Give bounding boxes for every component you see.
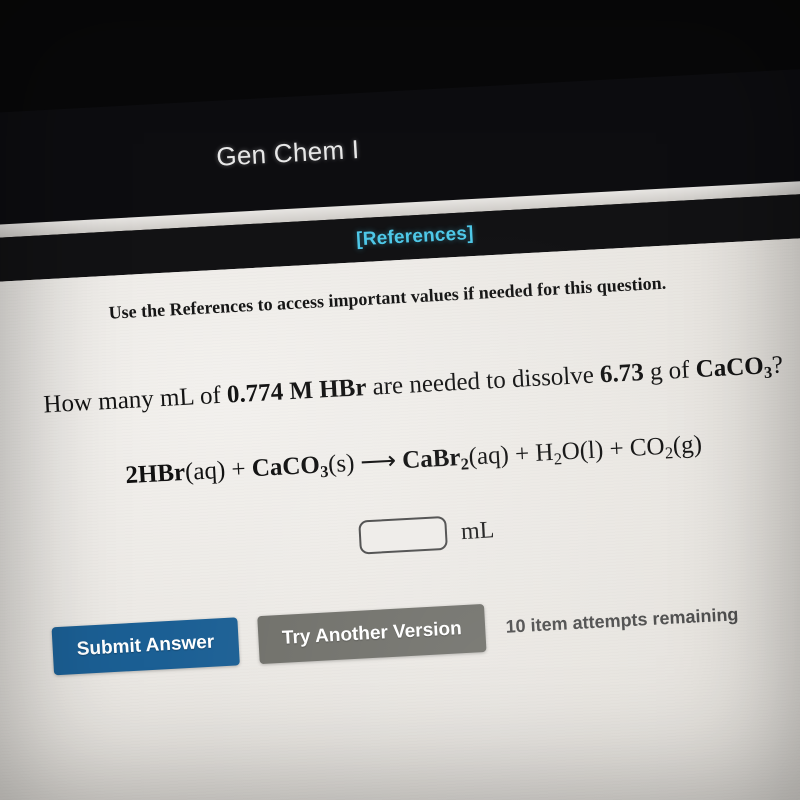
question-molarity-unit: M [282, 376, 320, 406]
eq-reactant2-state: (s) [327, 449, 356, 479]
question-tail: ? [771, 351, 784, 380]
reaction-arrow-icon: ⟶ [359, 447, 397, 477]
submit-answer-button[interactable]: Submit Answer [51, 617, 240, 676]
question-mass: 6.73 [599, 358, 645, 389]
try-another-version-button[interactable]: Try Another Version [256, 603, 487, 665]
question-acid: HBr [318, 374, 368, 404]
question-compound: CaCO [694, 352, 765, 384]
eq-product2: H [534, 438, 555, 467]
eq-plus-2: + [508, 439, 537, 469]
question-mid2: are needed to dissolve [365, 361, 601, 401]
question-lead: How many mL of [42, 381, 228, 419]
action-buttons: Submit Answer Try Another Version 10 ite… [51, 590, 740, 676]
references-link[interactable]: [References] [356, 223, 475, 251]
eq-reactant1-state: (aq) [184, 456, 226, 486]
eq-plus-1: + [224, 455, 253, 484]
question-page: Use the References to access important v… [0, 233, 800, 800]
question-concentration: 0.774 [226, 378, 284, 409]
instructions-text: Use the References to access important v… [108, 272, 667, 323]
answer-input[interactable] [358, 515, 448, 555]
eq-reactant1: HBr [137, 458, 186, 489]
question-mid3: g of [642, 356, 697, 386]
answer-row: mL [358, 513, 495, 555]
answer-unit-label: mL [460, 516, 495, 545]
eq-product1: CaBr [401, 444, 462, 475]
question-text: How many mL of 0.774 M HBr are needed to… [43, 351, 784, 422]
app-title: Gen Chem I [215, 133, 361, 172]
eq-product2-rest: O [560, 437, 581, 466]
eq-reactant2: CaCO [251, 451, 321, 483]
eq-plus-3: + [602, 434, 631, 464]
eq-product3-state: (g) [672, 430, 703, 460]
eq-product1-state: (aq) [467, 441, 510, 471]
chemical-equation: 2HBr(aq) + CaCO3(s) ⟶ CaBr2(aq) + H2O(l) +… [125, 429, 703, 493]
eq-product2-state: (l) [578, 436, 605, 465]
attempts-remaining-text: 10 item attempts remaining [505, 603, 739, 637]
eq-product3: CO [629, 432, 666, 462]
screen-photo: Gen Chem I ☰ ◉ [References] Use the Refe… [0, 0, 800, 800]
device-screen: Gen Chem I ☰ ◉ [References] Use the Refe… [0, 0, 800, 800]
